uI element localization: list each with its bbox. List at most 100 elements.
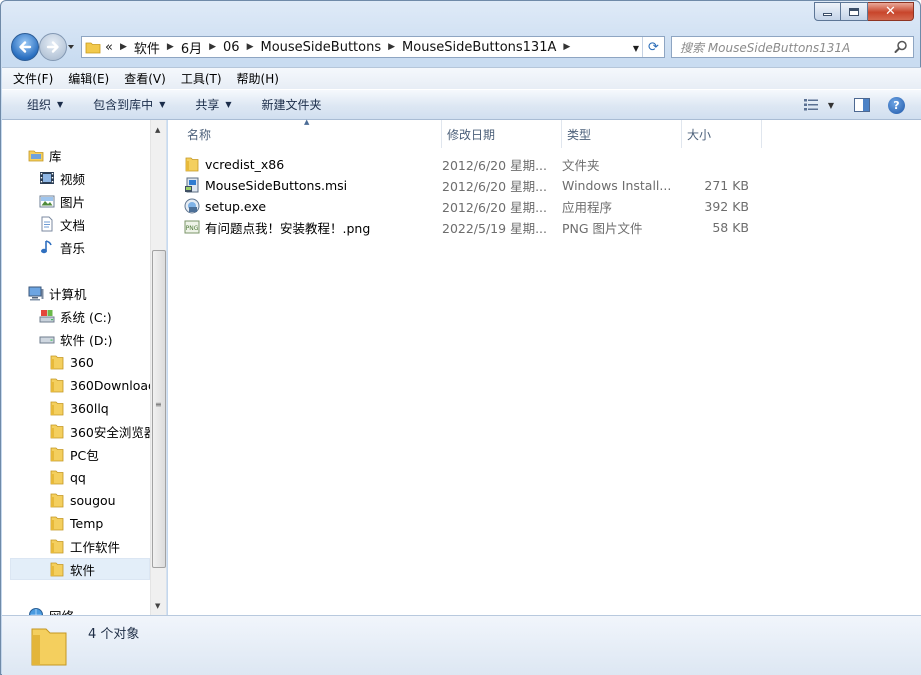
menu-bar: 文件(F) 编辑(E) 查看(V) 工具(T) 帮助(H) bbox=[2, 67, 921, 89]
organize-label: 组织 bbox=[27, 98, 52, 112]
chevron-down-icon: ▼ bbox=[57, 100, 64, 109]
tree-item-folder[interactable]: 360 bbox=[49, 351, 94, 373]
file-type: PNG 图片文件 bbox=[562, 220, 643, 236]
navigation-bar: « ▶ 软件 ▶ 6月 ▶ 06 ▶ MouseSideButtons ▶ Mo… bbox=[9, 32, 914, 62]
organize-button[interactable]: 组织 ▼ bbox=[27, 96, 63, 113]
preview-pane-button[interactable] bbox=[852, 95, 872, 115]
tree-item-libraries[interactable]: 库 bbox=[28, 144, 62, 166]
tree-item-label: sougou bbox=[70, 492, 116, 508]
menu-file[interactable]: 文件(F) bbox=[13, 70, 53, 87]
document-library-icon bbox=[41, 216, 53, 232]
tree-item-folder[interactable]: 360Download bbox=[49, 374, 156, 396]
column-name[interactable]: ▲ 名称 bbox=[168, 118, 442, 148]
msi-installer-icon bbox=[185, 177, 199, 193]
address-bar[interactable]: « ▶ 软件 ▶ 6月 ▶ 06 ▶ MouseSideButtons ▶ Mo… bbox=[81, 36, 665, 58]
menu-help[interactable]: 帮助(H) bbox=[237, 70, 279, 87]
breadcrumb-segment[interactable]: 软件 bbox=[134, 38, 160, 57]
svg-text:PNG: PNG bbox=[186, 225, 199, 232]
new-folder-button[interactable]: 新建文件夹 bbox=[262, 96, 322, 113]
back-button[interactable] bbox=[11, 33, 39, 61]
recent-pages-dropdown-icon[interactable] bbox=[67, 43, 75, 51]
chevron-right-icon: ▶ bbox=[119, 42, 127, 52]
png-image-icon: PNG bbox=[184, 220, 200, 234]
setup-exe-icon bbox=[184, 198, 200, 214]
column-date[interactable]: 修改日期 bbox=[442, 120, 562, 148]
include-in-library-button[interactable]: 包含到库中 ▼ bbox=[93, 96, 165, 113]
search-box[interactable]: 搜索 MouseSideButtons131A bbox=[671, 36, 914, 58]
file-row[interactable]: MouseSideButtons.msi 2012/6/20 星期... Win… bbox=[184, 175, 764, 195]
address-dropdown-icon[interactable]: ▼ bbox=[633, 44, 639, 53]
tree-item-folder[interactable]: sougou bbox=[49, 489, 116, 511]
column-size[interactable]: 大小 bbox=[682, 120, 762, 148]
file-name-cell: vcredist_x86 bbox=[184, 156, 442, 172]
file-type: Windows Install... bbox=[562, 177, 672, 193]
sort-ascending-icon: ▲ bbox=[304, 118, 310, 126]
minimize-button[interactable] bbox=[814, 2, 841, 21]
chevron-right-icon[interactable]: ▶ bbox=[247, 42, 254, 52]
share-button[interactable]: 共享 ▼ bbox=[195, 96, 231, 113]
tree-item-documents[interactable]: 文档 bbox=[39, 213, 85, 235]
file-list-pane: ▲ 名称 修改日期 类型 大小 vcredist_x86 2012/6/20 星… bbox=[168, 118, 921, 615]
chevron-right-icon[interactable]: ▶ bbox=[563, 42, 570, 52]
library-icon bbox=[28, 150, 44, 162]
new-folder-label: 新建文件夹 bbox=[261, 98, 322, 112]
scroll-down-icon[interactable]: ▼ bbox=[155, 602, 160, 610]
breadcrumb-segment[interactable]: 6月 bbox=[181, 38, 202, 57]
folder-icon bbox=[50, 493, 64, 508]
address-overflow[interactable]: « bbox=[105, 40, 113, 55]
scrollbar-thumb[interactable] bbox=[152, 250, 166, 568]
tree-item-music[interactable]: 音乐 bbox=[39, 236, 85, 258]
chevron-right-icon[interactable]: ▶ bbox=[167, 42, 174, 52]
column-header-row: ▲ 名称 修改日期 类型 大小 bbox=[168, 118, 921, 148]
tree-item-computer[interactable]: 计算机 bbox=[28, 282, 87, 304]
navigation-scrollbar[interactable]: ▲ ≡ ▼ bbox=[150, 120, 166, 615]
chevron-right-icon[interactable]: ▶ bbox=[388, 42, 395, 52]
tree-item-folder[interactable]: 360llq bbox=[49, 397, 109, 419]
tree-item-folder-selected[interactable]: 软件 bbox=[10, 558, 150, 580]
close-icon: ✕ bbox=[885, 4, 896, 19]
menu-tools[interactable]: 工具(T) bbox=[181, 70, 222, 87]
close-button[interactable]: ✕ bbox=[868, 2, 914, 21]
explorer-window: ✕ « ▶ 软件 ▶ 6月 ▶ 06 ▶ MouseSideButtons ▶ … bbox=[0, 0, 921, 675]
tree-item-videos[interactable]: 视频 bbox=[39, 167, 85, 189]
share-label: 共享 bbox=[195, 98, 220, 112]
breadcrumb-segment[interactable]: MouseSideButtons bbox=[261, 40, 382, 55]
tree-item-label: 360 bbox=[70, 354, 94, 370]
tree-item-folder[interactable]: 工作软件 bbox=[49, 535, 120, 557]
column-type[interactable]: 类型 bbox=[562, 120, 682, 148]
file-row[interactable]: setup.exe 2012/6/20 星期... 应用程序 392 KB bbox=[184, 196, 764, 216]
file-row[interactable]: PNG 有问题点我！安装教程！.png 2022/5/19 星期... PNG … bbox=[184, 217, 764, 237]
help-button[interactable]: ? bbox=[888, 96, 905, 114]
search-icon[interactable] bbox=[894, 40, 908, 54]
chevron-right-icon[interactable]: ▶ bbox=[209, 42, 216, 52]
refresh-icon: ⟳ bbox=[648, 39, 659, 55]
tree-item-folder[interactable]: 360安全浏览器 bbox=[49, 420, 156, 442]
tree-item-drive-c[interactable]: 系统 (C:) bbox=[39, 305, 112, 327]
tree-item-folder[interactable]: qq bbox=[49, 466, 86, 488]
file-row[interactable]: vcredist_x86 2012/6/20 星期... 文件夹 bbox=[184, 154, 764, 174]
maximize-icon bbox=[849, 7, 859, 16]
folder-icon bbox=[50, 562, 64, 577]
change-view-button[interactable] bbox=[802, 95, 822, 115]
tree-item-folder[interactable]: Temp bbox=[49, 512, 103, 534]
tree-item-drive-d[interactable]: 软件 (D:) bbox=[39, 328, 113, 350]
tree-item-network[interactable]: 网络 bbox=[28, 604, 74, 615]
refresh-button[interactable]: ⟳ bbox=[642, 37, 664, 57]
tree-item-folder[interactable]: PC包 bbox=[49, 443, 99, 465]
file-date: 2012/6/20 星期... bbox=[442, 178, 547, 194]
preview-pane-icon bbox=[854, 98, 870, 112]
maximize-button[interactable] bbox=[841, 2, 868, 21]
chevron-down-icon: ▼ bbox=[159, 100, 166, 109]
breadcrumb-segment[interactable]: 06 bbox=[223, 40, 240, 55]
caption-buttons: ✕ bbox=[814, 2, 914, 21]
tree-item-pictures[interactable]: 图片 bbox=[39, 190, 85, 212]
menu-edit[interactable]: 编辑(E) bbox=[68, 70, 109, 87]
file-name: setup.exe bbox=[205, 198, 267, 214]
view-dropdown-icon[interactable]: ▼ bbox=[828, 101, 834, 110]
tree-item-label: 视频 bbox=[60, 171, 86, 187]
menu-view[interactable]: 查看(V) bbox=[124, 70, 166, 87]
breadcrumb-segment[interactable]: MouseSideButtons131A bbox=[402, 40, 556, 55]
forward-button[interactable] bbox=[39, 33, 67, 61]
scroll-up-icon[interactable]: ▲ bbox=[155, 126, 160, 134]
file-type: 应用程序 bbox=[562, 199, 613, 215]
